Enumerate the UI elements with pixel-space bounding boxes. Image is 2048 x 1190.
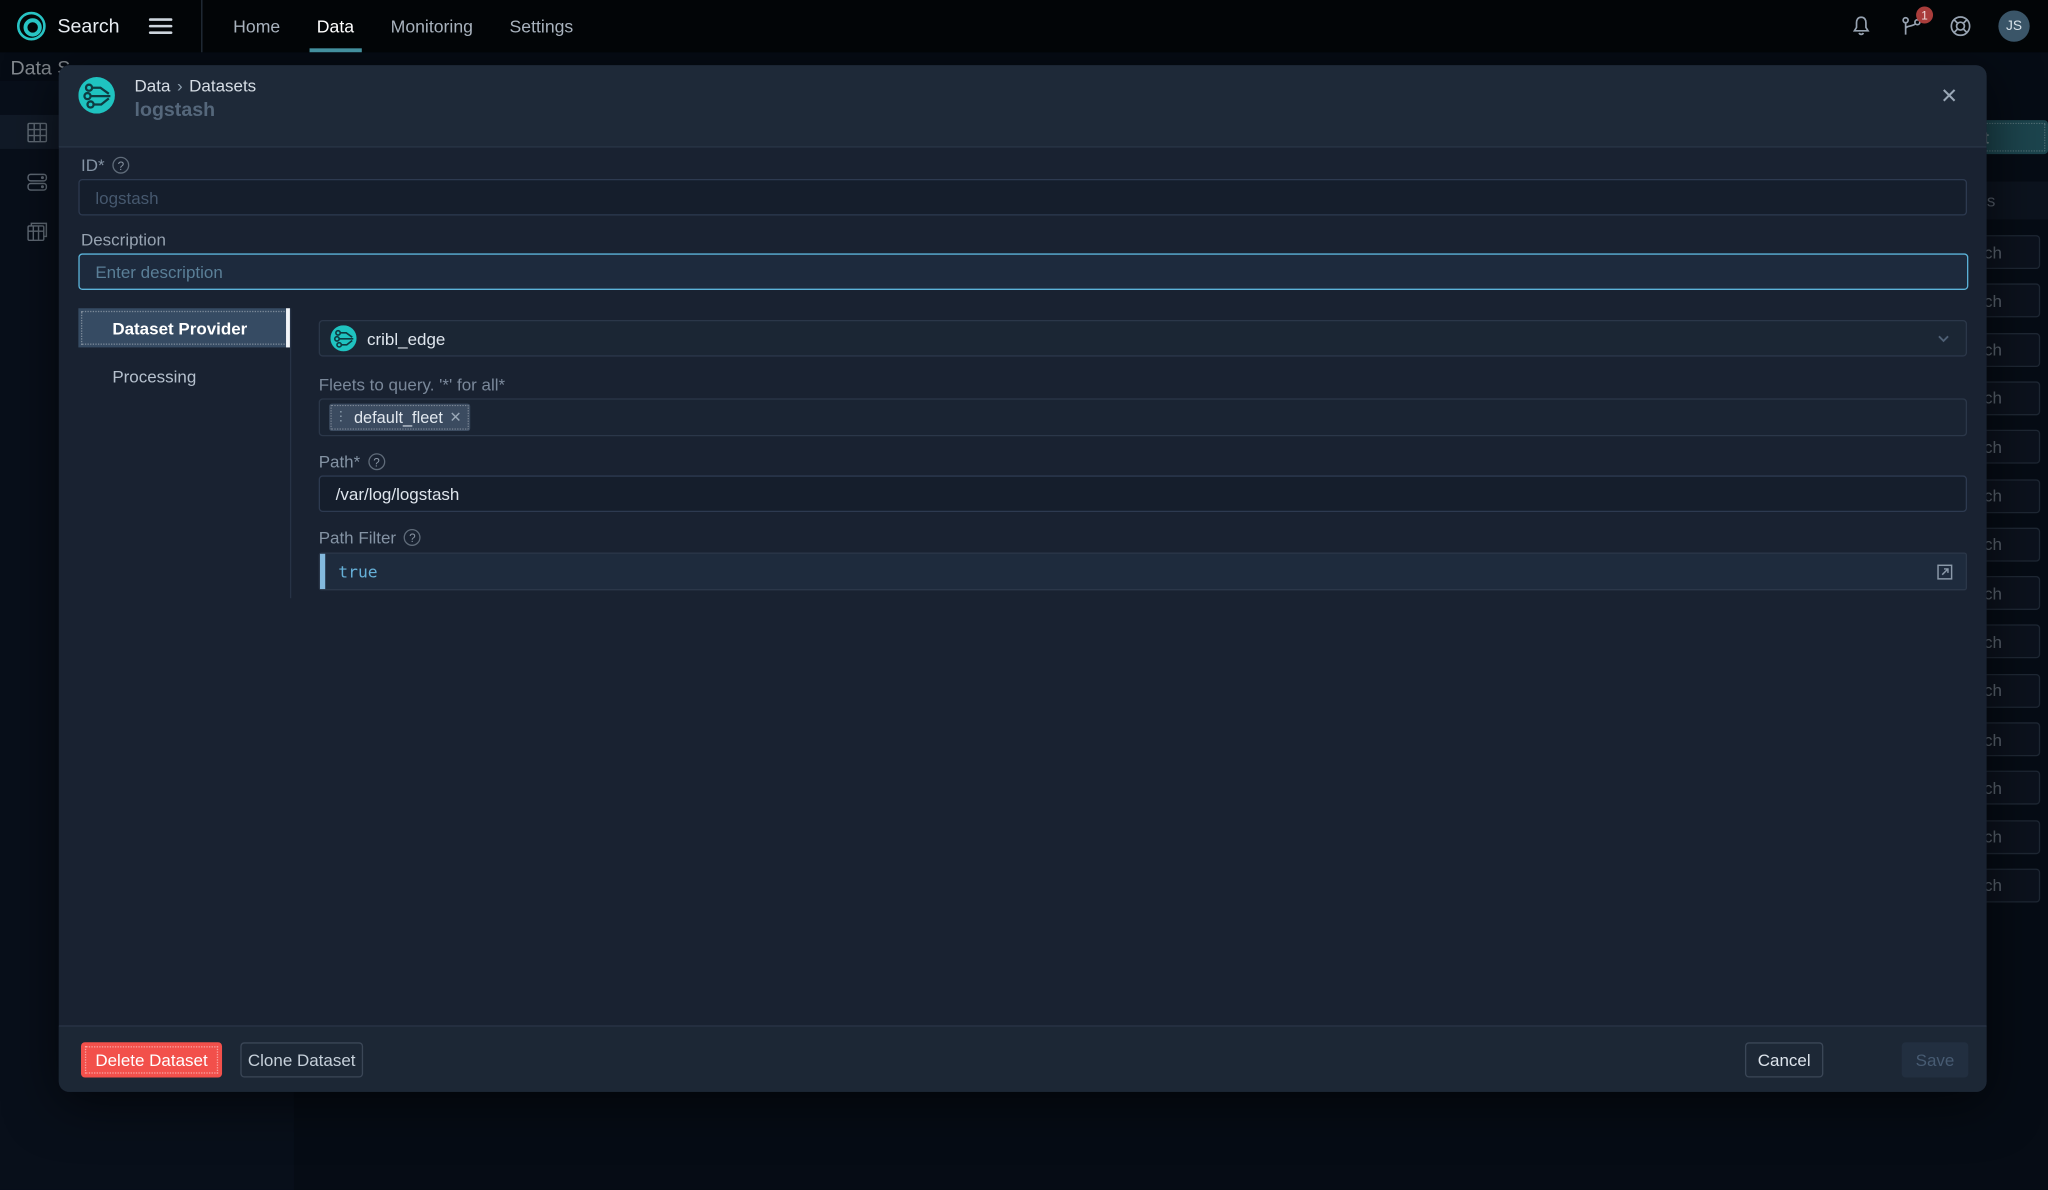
tab-dataset-provider[interactable]: Dataset Provider [78,308,290,347]
dataset-provider-icon [78,77,115,114]
dataset-edit-modal: Data›Datasets logstash ✕ ID*? Descriptio… [59,65,1987,1092]
brand-name: Search [57,15,119,37]
path-filter-label: Path Filter? [319,528,421,548]
breadcrumb-parent[interactable]: Data [135,76,171,96]
path-input[interactable] [319,475,1967,512]
delete-dataset-button[interactable]: Delete Dataset [81,1042,222,1077]
provider-select[interactable]: cribl_edge [319,320,1967,357]
breadcrumb-current[interactable]: Datasets [189,76,256,96]
hamburger-menu-icon[interactable] [148,14,172,38]
cribl-edge-icon [330,325,356,351]
cancel-button[interactable]: Cancel [1745,1042,1823,1077]
close-icon[interactable]: ✕ [1940,84,1958,110]
expand-editor-icon[interactable] [1934,561,1955,582]
path-filter-value: true [338,562,377,582]
nav-tab-settings[interactable]: Settings [491,0,591,52]
fleet-tag: ⋮ default_fleet ✕ [329,404,470,431]
clone-dataset-button[interactable]: Clone Dataset [240,1042,363,1077]
drag-handle-icon[interactable]: ⋮ [334,410,347,424]
save-button: Save [1902,1042,1969,1077]
provider-select-value: cribl_edge [367,328,445,348]
help-icon[interactable]: ? [404,529,421,546]
breadcrumb: Data›Datasets [135,76,257,96]
nav-right-cluster: 1 JS [1849,10,2048,41]
notification-count-badge: 1 [1916,7,1933,24]
modal-title: logstash [135,99,216,121]
fleet-tag-label: default_fleet [354,408,443,426]
fleets-label: Fleets to query. '*' for all* [319,375,505,395]
help-icon[interactable]: ? [112,157,129,174]
id-input [78,179,1967,216]
nav-tab-home[interactable]: Home [215,0,299,52]
top-nav: Search Home Data Monitoring Settings 1 [0,0,2048,52]
tab-processing[interactable]: Processing [78,358,290,395]
notifications-bell-icon[interactable] [1849,14,1873,38]
app-root: Search Home Data Monitoring Settings 1 [0,0,2048,1190]
help-lifering-icon[interactable] [1949,14,1973,38]
jobs-branch-icon[interactable]: 1 [1899,14,1923,38]
modal-footer: Delete Dataset Clone Dataset Cancel Save [59,1025,1987,1092]
editor-gutter-bar [320,554,325,589]
nav-tab-monitoring[interactable]: Monitoring [372,0,491,52]
nav-divider [201,0,202,52]
id-label: ID*? [81,155,129,175]
tab-content-divider [290,308,291,598]
nav-tabs: Home Data Monitoring Settings [215,0,592,52]
description-input[interactable] [78,253,1968,290]
modal-header: Data›Datasets logstash ✕ [59,65,1987,147]
help-icon[interactable]: ? [368,453,385,470]
nav-tab-data[interactable]: Data [299,0,373,52]
path-label: Path*? [319,452,385,472]
user-avatar[interactable]: JS [1998,10,2029,41]
description-label: Description [81,230,166,250]
remove-tag-icon[interactable]: ✕ [449,409,461,426]
path-filter-editor[interactable]: true [319,552,1967,590]
fleets-input[interactable]: ⋮ default_fleet ✕ [319,398,1967,436]
chevron-down-icon [1934,329,1952,347]
cribl-logo-icon [17,12,46,41]
